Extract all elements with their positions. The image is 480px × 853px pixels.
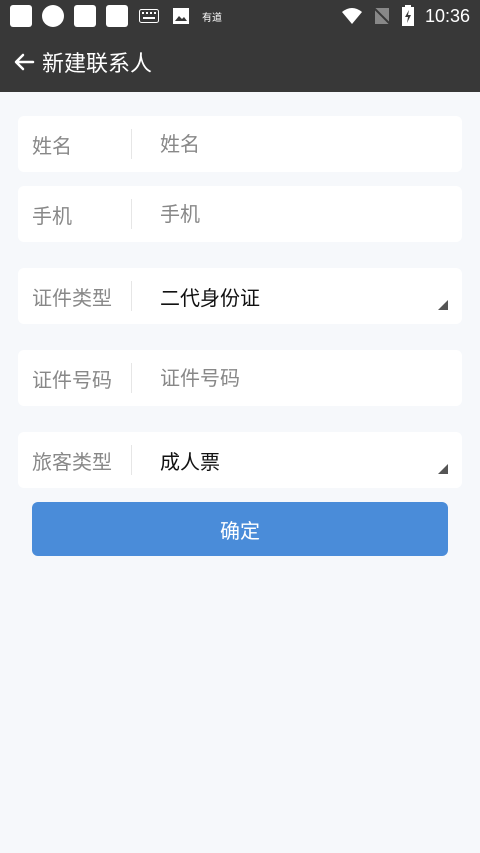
id-type-label: 证件类型 bbox=[18, 281, 132, 311]
id-number-row: 证件号码 bbox=[18, 350, 462, 406]
no-sim-icon bbox=[373, 7, 391, 25]
youdao-text-icon: 有道 bbox=[202, 12, 222, 24]
circle-icon bbox=[42, 5, 64, 27]
dropdown-corner-icon bbox=[438, 464, 448, 474]
passenger-type-select[interactable]: 成人票 bbox=[132, 432, 462, 488]
name-row: 姓名 bbox=[18, 116, 462, 172]
square-icon bbox=[106, 5, 128, 27]
status-bar: 有道 10:36 bbox=[0, 0, 480, 32]
passenger-type-row[interactable]: 旅客类型 成人票 bbox=[18, 432, 462, 488]
passenger-type-value: 成人票 bbox=[160, 449, 220, 474]
dropdown-corner-icon bbox=[438, 300, 448, 310]
confirm-button[interactable]: 确定 bbox=[32, 502, 448, 556]
passenger-type-label: 旅客类型 bbox=[18, 445, 132, 475]
image-icon bbox=[170, 7, 192, 25]
status-left: 有道 bbox=[10, 5, 222, 27]
name-label: 姓名 bbox=[18, 129, 132, 159]
page-title: 新建联系人 bbox=[42, 52, 153, 77]
status-right: 10:36 bbox=[341, 5, 470, 27]
square-icon bbox=[10, 5, 32, 27]
id-number-label: 证件号码 bbox=[18, 363, 132, 393]
phone-row: 手机 bbox=[18, 186, 462, 242]
square-icon bbox=[74, 5, 96, 27]
status-time: 10:36 bbox=[424, 5, 470, 26]
id-type-select[interactable]: 二代身份证 bbox=[132, 268, 462, 324]
battery-charging-icon bbox=[401, 5, 414, 26]
id-number-input[interactable] bbox=[132, 362, 462, 394]
app-bar: 新建联系人 bbox=[0, 32, 480, 92]
id-type-row[interactable]: 证件类型 二代身份证 bbox=[18, 268, 462, 324]
form-container: 姓名 手机 证件类型 二代身份证 证件号码 旅客类型 成人票 确定 bbox=[0, 92, 480, 556]
phone-label: 手机 bbox=[18, 199, 132, 229]
name-input[interactable] bbox=[132, 128, 462, 160]
keyboard-icon bbox=[138, 7, 160, 25]
wifi-icon bbox=[341, 8, 362, 24]
id-type-value: 二代身份证 bbox=[160, 285, 260, 310]
arrow-left-icon[interactable] bbox=[10, 48, 38, 76]
phone-input[interactable] bbox=[132, 198, 462, 230]
